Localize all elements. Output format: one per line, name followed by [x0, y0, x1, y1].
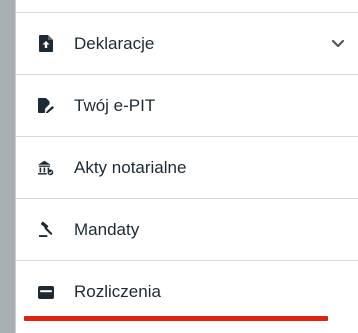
- menu-item-akty-notarialne[interactable]: Akty notarialne: [16, 137, 358, 199]
- menu-item-twoj-epit[interactable]: Twój e-PIT: [16, 75, 358, 137]
- menu-item-label: Deklaracje: [74, 33, 155, 53]
- menu-item-label: Mandaty: [74, 219, 140, 239]
- menu-item-mandaty[interactable]: Mandaty: [16, 199, 358, 261]
- menu-item-rozliczenia[interactable]: Rozliczenia: [16, 261, 358, 323]
- menu-top-divider: [16, 0, 358, 13]
- file-signature-icon: [38, 97, 54, 114]
- chevron-down-icon[interactable]: [331, 39, 345, 49]
- side-menu: Deklaracje Twój e-PIT Akty notarialne Ma…: [15, 0, 358, 333]
- file-upload-icon: [38, 35, 54, 52]
- menu-item-label: Akty notarialne: [74, 157, 187, 177]
- active-item-indicator: [24, 316, 328, 321]
- menu-item-label: Rozliczenia: [74, 282, 161, 301]
- page-background: Deklaracje Twój e-PIT Akty notarialne Ma…: [0, 0, 358, 333]
- menu-item-label: Twój e-PIT: [74, 95, 156, 115]
- menu-item-deklaracje[interactable]: Deklaracje: [16, 13, 358, 75]
- bank-building-icon: [38, 160, 54, 176]
- wallet-icon: [38, 284, 54, 300]
- gavel-icon: [38, 221, 54, 238]
